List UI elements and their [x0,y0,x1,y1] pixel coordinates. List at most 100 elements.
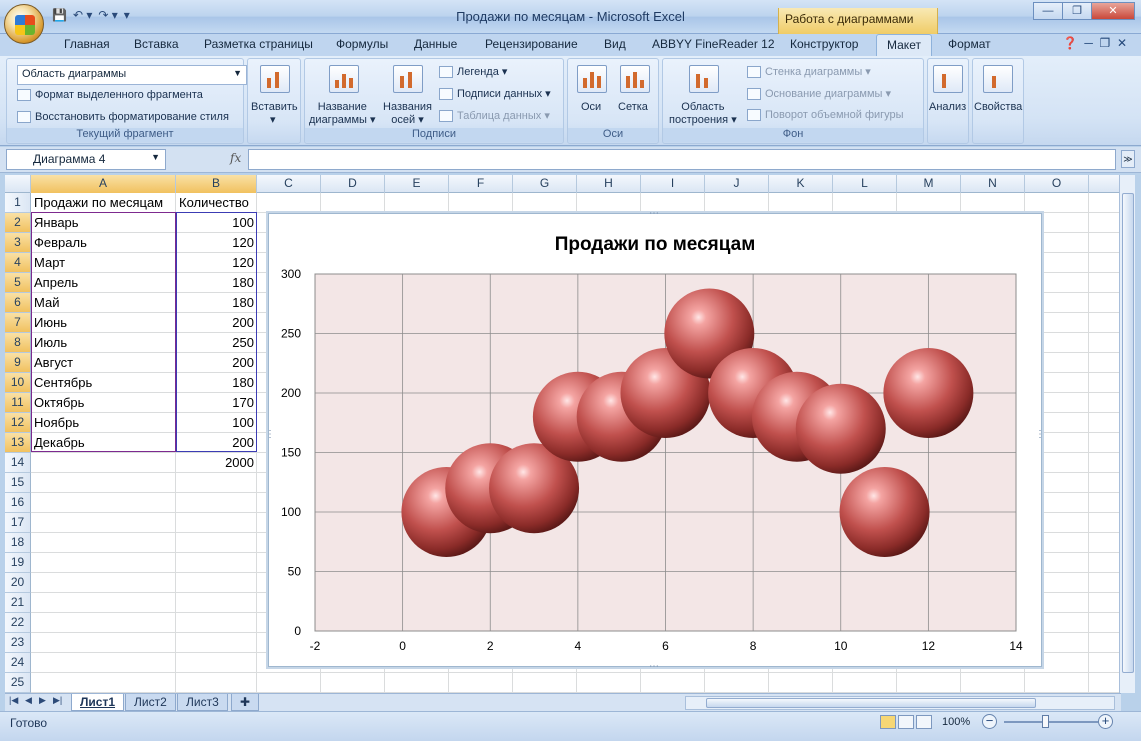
row-header[interactable]: 22 [5,613,31,633]
row-header[interactable]: 7 [5,313,31,333]
first-sheet-icon[interactable]: |◀ [9,695,18,706]
row-header[interactable]: 16 [5,493,31,513]
tab-insert[interactable]: Вставка [134,37,179,51]
column-header[interactable]: K [769,175,833,193]
zoom-level[interactable]: 100% [942,716,970,728]
insert-button[interactable]: Вставить [251,101,298,113]
insert-dropdown-icon[interactable]: ▾ [270,113,276,126]
row-header[interactable]: 3 [5,233,31,253]
tab-design[interactable]: Конструктор [790,37,858,51]
row-header[interactable]: 8 [5,333,31,353]
horizontal-scrollbar[interactable] [685,696,1115,710]
zoom-in-button[interactable]: + [1098,714,1113,729]
insert-sheet-icon[interactable]: ✚ [231,694,260,711]
vertical-scrollbar[interactable] [1119,175,1135,693]
row-header[interactable]: 4 [5,253,31,273]
row-header[interactable]: 12 [5,413,31,433]
column-header[interactable]: J [705,175,769,193]
formula-input[interactable] [248,149,1116,170]
data-table-button[interactable]: Таблица данных ▾ [439,109,550,123]
maximize-button[interactable]: ❐ [1062,2,1092,20]
column-header[interactable]: G [513,175,577,193]
row-header[interactable]: 14 [5,453,31,473]
scroll-thumb[interactable] [1122,193,1134,673]
row-header[interactable]: 9 [5,353,31,373]
legend-button[interactable]: Легенда ▾ [439,65,507,79]
row-header[interactable]: 24 [5,653,31,673]
row-header[interactable]: 25 [5,673,31,693]
chart-floor-button[interactable]: Основание диаграммы ▾ [747,87,891,101]
column-header[interactable]: N [961,175,1025,193]
prev-sheet-icon[interactable]: ◀ [25,695,32,706]
select-all-corner[interactable] [5,175,31,193]
row-header[interactable]: 21 [5,593,31,613]
plot-area[interactable]: -2 0 2 4 6 8 10 12 14 0 50 100 150 200 250 300 [281,267,1023,653]
row-header[interactable]: 13 [5,433,31,453]
insert-function-icon[interactable]: fx [230,151,241,165]
data-point-bubble[interactable] [795,383,886,474]
value-cell[interactable]: 2000 [176,453,257,473]
row-header[interactable]: 15 [5,473,31,493]
expand-formula-bar-icon[interactable]: ≫ [1121,150,1135,168]
row-header[interactable]: 11 [5,393,31,413]
normal-view-icon[interactable] [880,715,896,729]
data-labels-button[interactable]: Подписи данных ▾ [439,87,551,101]
axes-button[interactable]: Оси [581,101,601,113]
close-button[interactable]: ✕ [1091,2,1135,20]
column-header[interactable]: D [321,175,385,193]
row-header[interactable]: 23 [5,633,31,653]
data-point-bubble[interactable] [883,348,974,438]
3d-rotation-button[interactable]: Поворот объемной фигуры [747,109,904,122]
tab-review[interactable]: Рецензирование [485,37,578,51]
gridlines-button[interactable]: Сетка [618,101,648,113]
sheet-tab-3[interactable]: Лист3 [177,694,228,711]
row-header[interactable]: 6 [5,293,31,313]
column-header[interactable]: H [577,175,641,193]
tab-page-layout[interactable]: Разметка страницы [204,37,313,51]
tab-data[interactable]: Данные [414,37,457,51]
row-header[interactable]: 20 [5,573,31,593]
name-box[interactable]: Диаграмма 4 ▼ [6,149,166,170]
zoom-out-button[interactable]: − [982,714,997,729]
column-header[interactable]: E [385,175,449,193]
column-header[interactable]: M [897,175,961,193]
chart-area[interactable]: ⋯ ⋯ ⋮ ⋮ Продажи по месяцам -2 0 2 4 6 8 10 12 14… [265,208,1045,672]
chart-title-button[interactable]: Название диаграммы ▾ [309,101,376,127]
minimize-button[interactable]: — [1033,2,1063,20]
page-break-view-icon[interactable] [916,715,932,729]
row-header[interactable]: 2 [5,213,31,233]
chart-elements-combo[interactable]: Область диаграммы ▼ [17,65,247,85]
resize-handle-right[interactable]: ⋮ [1035,429,1045,440]
reset-style-button[interactable]: Восстановить форматирование стиля [17,111,229,124]
row-header[interactable]: 1 [5,193,31,213]
office-button[interactable] [4,4,44,44]
column-header[interactable]: F [449,175,513,193]
row-header[interactable]: 19 [5,553,31,573]
column-header[interactable]: L [833,175,897,193]
sheet-tab-2[interactable]: Лист2 [125,694,176,711]
resize-handle-bottom[interactable]: ⋯ [649,661,659,672]
page-layout-view-icon[interactable] [898,715,914,729]
chart-wall-button[interactable]: Стенка диаграммы ▾ [747,65,871,79]
resize-handle-top[interactable]: ⋯ [649,208,659,219]
tab-view[interactable]: Вид [604,37,626,51]
column-header[interactable]: C [257,175,321,193]
tab-format[interactable]: Формат [948,37,991,51]
resize-handle-left[interactable]: ⋮ [265,429,275,440]
column-header[interactable]: O [1025,175,1089,193]
tab-formulas[interactable]: Формулы [336,37,388,51]
column-header[interactable]: B [176,175,257,193]
tab-home[interactable]: Главная [64,37,110,51]
insert-icon[interactable] [260,65,290,93]
analysis-button[interactable]: Анализ [929,101,966,113]
column-header[interactable]: I [641,175,705,193]
zoom-slider-thumb[interactable] [1042,715,1049,728]
help-icon[interactable]: ❓ ─ ❐ ✕ [1063,36,1127,50]
format-selection-button[interactable]: Формат выделенного фрагмента [17,89,203,102]
tab-abbyy[interactable]: ABBYY FineReader 12 [652,37,775,51]
plot-area-button[interactable]: Область построения ▾ [669,101,737,127]
column-header[interactable]: A [31,175,176,193]
properties-button[interactable]: Свойства [974,101,1022,113]
text-cell[interactable]: Продажи по месяцам [31,193,176,213]
chevron-down-icon[interactable]: ▼ [151,152,160,162]
